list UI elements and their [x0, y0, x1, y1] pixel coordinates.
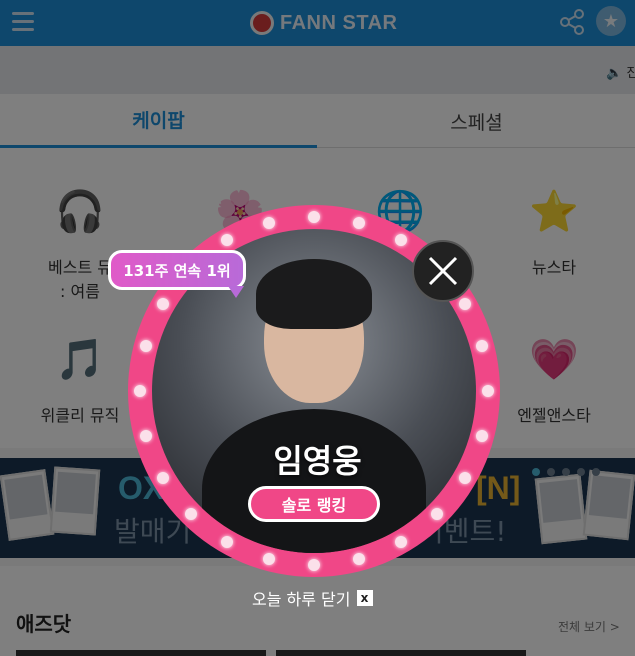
badge-tail	[228, 286, 244, 298]
artist-name: 임영웅	[273, 442, 362, 480]
ring-light-dot	[395, 234, 407, 247]
ring-light-dot	[353, 553, 366, 566]
close-x-glyph	[428, 256, 458, 286]
close-icon[interactable]	[412, 240, 474, 302]
close-x-box[interactable]: x	[356, 590, 373, 606]
ring-light-dot	[262, 553, 275, 566]
ring-light-dot	[353, 216, 366, 229]
ring-light-dot	[482, 385, 494, 397]
ring-light-dot	[134, 385, 146, 397]
ring-light-dot	[221, 234, 233, 247]
close-for-today-label: 오늘 하루 닫기	[252, 590, 351, 609]
ring-light-dot	[262, 216, 275, 229]
ring-light-dot	[458, 298, 471, 310]
ring-light-dot	[157, 298, 170, 310]
ranking-badge: 131주 연속 1위	[108, 250, 246, 290]
artist-hair	[256, 259, 372, 329]
ring-light-dot	[308, 211, 320, 223]
ring-light-dot	[476, 339, 489, 352]
close-for-today[interactable]: 오늘 하루 닫기 x	[252, 586, 373, 610]
ring-light-dot	[139, 339, 152, 352]
solo-ranking-button[interactable]: 솔로 랭킹	[248, 486, 380, 522]
ring-light-dot	[308, 559, 320, 571]
ring-light-dot	[431, 508, 444, 521]
ring-light-dot	[184, 508, 197, 521]
